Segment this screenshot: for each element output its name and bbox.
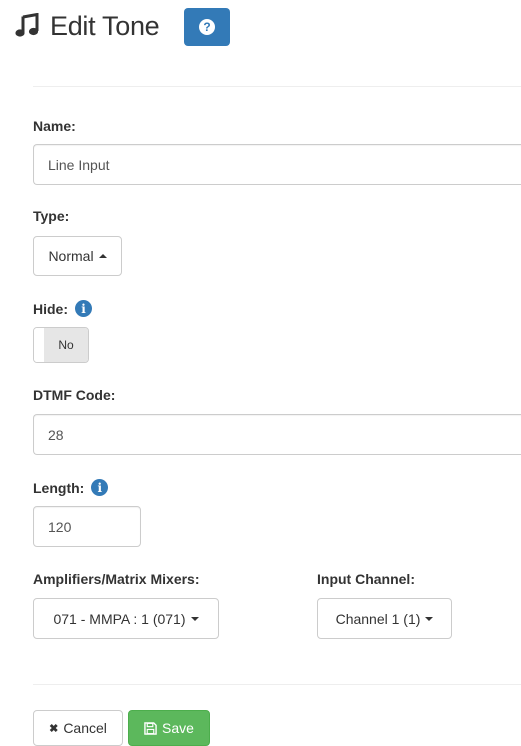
- cancel-button[interactable]: ✖ Cancel: [33, 710, 123, 746]
- cancel-button-label: Cancel: [63, 720, 107, 736]
- help-button[interactable]: ?: [184, 8, 230, 46]
- name-label: Name:: [33, 118, 76, 134]
- dtmf-label: DTMF Code:: [33, 387, 116, 403]
- type-label: Type:: [33, 208, 70, 224]
- music-note-icon: [15, 13, 39, 37]
- footer-divider: [33, 684, 521, 685]
- save-button[interactable]: Save: [128, 710, 210, 746]
- name-input-value: Line Input: [48, 156, 110, 173]
- caret-down-icon: [190, 616, 199, 621]
- caret-down-icon: [425, 616, 434, 621]
- header-divider: [33, 86, 521, 87]
- amplifiers-label: Amplifiers/Matrix Mixers:: [33, 571, 200, 587]
- save-button-label: Save: [162, 720, 194, 736]
- close-icon: ✖: [49, 722, 59, 735]
- hide-toggle[interactable]: No: [33, 327, 89, 363]
- hide-label: Hide: i: [33, 300, 92, 317]
- info-circle-icon[interactable]: i: [75, 300, 92, 317]
- length-label: Length: i: [33, 479, 109, 496]
- type-dropdown-value: Normal: [48, 248, 94, 264]
- page-title: Edit Tone: [50, 10, 160, 41]
- amplifiers-dropdown-value: 071 - MMPA : 1 (071): [53, 610, 186, 627]
- dtmf-code-input[interactable]: 28: [33, 414, 521, 455]
- input-channel-dropdown-value: Channel 1 (1): [335, 610, 421, 627]
- name-input[interactable]: Line Input: [33, 144, 521, 185]
- amplifiers-dropdown[interactable]: 071 - MMPA : 1 (071): [33, 598, 219, 639]
- page-header: Edit Tone: [14, 6, 160, 46]
- length-value: 120: [48, 518, 72, 535]
- toggle-state-label: No: [44, 328, 88, 362]
- type-dropdown[interactable]: Normal: [33, 236, 122, 276]
- info-circle-icon[interactable]: i: [91, 479, 109, 496]
- length-input[interactable]: 120: [33, 506, 141, 547]
- floppy-disk-icon: [144, 721, 157, 735]
- caret-up-icon: [98, 254, 107, 258]
- question-circle-icon: ?: [199, 19, 215, 35]
- dtmf-code-value: 28: [48, 426, 64, 443]
- input-channel-dropdown[interactable]: Channel 1 (1): [317, 598, 452, 639]
- input-channel-label: Input Channel:: [317, 571, 415, 587]
